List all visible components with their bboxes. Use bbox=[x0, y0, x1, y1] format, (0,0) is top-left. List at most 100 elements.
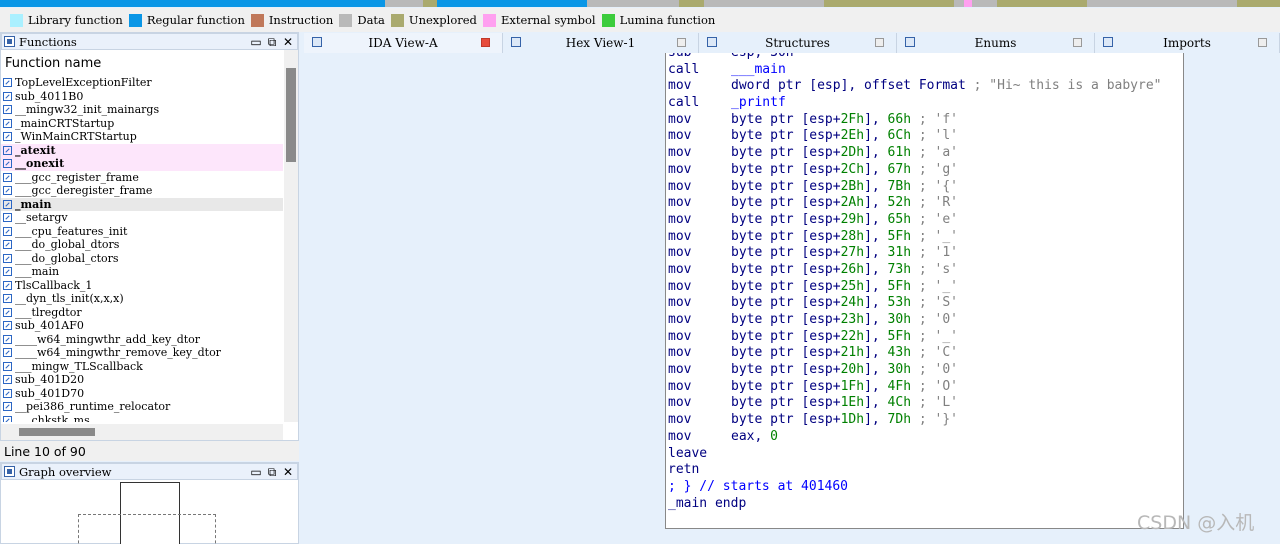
disassembly-line[interactable]: call _printf bbox=[668, 95, 1183, 112]
graph-viewport-rect[interactable] bbox=[78, 514, 216, 544]
tab-close-icon[interactable] bbox=[875, 38, 884, 47]
scrollbar-thumb[interactable] bbox=[19, 428, 95, 436]
operand: dword ptr [esp], offset Format bbox=[731, 78, 966, 94]
function-list-item[interactable]: sub_401AF0 bbox=[1, 319, 283, 333]
disassembly-line[interactable]: subesp, 30h bbox=[668, 53, 1183, 62]
operand: 20h bbox=[840, 362, 865, 378]
comment: ; 'g' bbox=[911, 161, 958, 177]
disassembly-line[interactable]: mov byte ptr [esp+26h], 73h ; 's' bbox=[668, 262, 1183, 279]
disassembly-line[interactable]: mov byte ptr [esp+23h], 30h ; '0' bbox=[668, 312, 1183, 329]
operand: byte ptr [esp+ bbox=[731, 328, 841, 344]
function-list-item[interactable]: ___mingw_TLScallback bbox=[1, 360, 283, 374]
disassembly-line[interactable]: mov eax, 0 bbox=[668, 429, 1183, 446]
tab-close-icon[interactable] bbox=[1073, 38, 1082, 47]
function-list-item[interactable]: ___main bbox=[1, 265, 283, 279]
disassembly-line[interactable]: mov dword ptr [esp], offset Format ; "Hi~… bbox=[668, 78, 1183, 95]
function-list-item[interactable]: ___do_global_ctors bbox=[1, 252, 283, 266]
close-icon[interactable]: ✕ bbox=[282, 34, 294, 50]
operand: ], bbox=[864, 395, 888, 411]
disassembly-line[interactable]: mov byte ptr [esp+1Eh], 4Ch ; 'L' bbox=[668, 395, 1183, 412]
comment: ; 'S' bbox=[911, 295, 958, 311]
operand: 1Dh bbox=[840, 412, 865, 428]
function-list-item[interactable]: ____w64_mingwthr_add_key_dtor bbox=[1, 333, 283, 347]
tab-hex-view-1[interactable]: Hex View-1 bbox=[503, 33, 699, 53]
tab-close-icon[interactable] bbox=[1258, 38, 1267, 47]
operand: 26h bbox=[840, 261, 865, 277]
disassembly-line[interactable]: mov byte ptr [esp+28h], 5Fh ; '_' bbox=[668, 229, 1183, 246]
mnemonic: mov bbox=[668, 195, 692, 211]
mnemonic: mov bbox=[668, 362, 692, 378]
function-list-item[interactable]: __setargv bbox=[1, 211, 283, 225]
function-list-item[interactable]: _main bbox=[1, 197, 283, 211]
function-list-item[interactable]: ____w64_mingwthr_remove_key_dtor bbox=[1, 346, 283, 360]
tab-enums[interactable]: Enums bbox=[897, 33, 1095, 53]
disassembly-line[interactable]: mov byte ptr [esp+2Ch], 67h ; 'g' bbox=[668, 162, 1183, 179]
function-list-item[interactable]: _WinMainCRTStartup bbox=[1, 130, 283, 144]
function-name-column-header[interactable]: Function name bbox=[1, 50, 283, 76]
mnemonic: mov bbox=[668, 312, 692, 327]
function-list-item[interactable]: sub_401D70 bbox=[1, 387, 283, 401]
function-list-item[interactable]: ___do_global_dtors bbox=[1, 238, 283, 252]
graph-window-icon bbox=[4, 466, 15, 477]
disassembly-line[interactable]: _main endp bbox=[668, 496, 1183, 513]
disassembly-line[interactable]: mov byte ptr [esp+2Eh], 6Ch ; 'l' bbox=[668, 128, 1183, 145]
disassembly-line[interactable]: mov byte ptr [esp+25h], 5Fh ; '_' bbox=[668, 279, 1183, 296]
operand: 2Eh bbox=[840, 128, 865, 144]
disassembly-line[interactable]: mov byte ptr [esp+1Fh], 4Fh ; 'O' bbox=[668, 379, 1183, 396]
float-icon[interactable]: ⧉ bbox=[266, 464, 278, 480]
restore-icon[interactable]: ▭ bbox=[250, 464, 262, 480]
function-list-item[interactable]: __onexit bbox=[1, 157, 283, 171]
navigation-band[interactable] bbox=[0, 0, 1280, 7]
operand: 67h bbox=[887, 161, 912, 177]
operand: ], bbox=[864, 128, 888, 144]
function-list-item[interactable]: sub_401D20 bbox=[1, 373, 283, 387]
function-list-item[interactable]: TlsCallback_1 bbox=[1, 279, 283, 293]
disassembly-line[interactable]: ; } // starts at 401460 bbox=[668, 479, 1183, 496]
function-list-item[interactable]: ___tlregdtor bbox=[1, 306, 283, 320]
function-list-item[interactable]: ___chkstk_ms bbox=[1, 414, 283, 422]
ida-disassembly-view[interactable]: subesp, 30hcall___mainmovdword ptr [esp]… bbox=[665, 53, 1184, 529]
close-icon[interactable]: ✕ bbox=[282, 464, 294, 480]
tab-structures[interactable]: Structures bbox=[699, 33, 897, 53]
function-list-item[interactable]: sub_4011B0 bbox=[1, 90, 283, 104]
status-line: Line 10 of 90 bbox=[0, 441, 299, 461]
function-list-item[interactable]: _mainCRTStartup bbox=[1, 117, 283, 131]
disassembly-line[interactable]: retn bbox=[668, 462, 1183, 479]
function-list-item[interactable]: __pei386_runtime_relocator bbox=[1, 400, 283, 414]
function-list-item[interactable]: ___gcc_register_frame bbox=[1, 171, 283, 185]
tab-ida-view-a[interactable]: IDA View-A bbox=[304, 33, 503, 53]
function-list-item[interactable]: TopLevelExceptionFilter bbox=[1, 76, 283, 90]
disassembly-line[interactable]: mov byte ptr [esp+29h], 65h ; 'e' bbox=[668, 212, 1183, 229]
tab-close-icon[interactable] bbox=[677, 38, 686, 47]
disassembly-line[interactable]: mov byte ptr [esp+2Dh], 61h ; 'a' bbox=[668, 145, 1183, 162]
disassembly-line[interactable]: mov byte ptr [esp+22h], 5Fh ; '_' bbox=[668, 329, 1183, 346]
function-name: ____w64_mingwthr_remove_key_dtor bbox=[15, 346, 221, 359]
function-list-item[interactable]: ___cpu_features_init bbox=[1, 225, 283, 239]
function-list-item[interactable]: __mingw32_init_mainargs bbox=[1, 103, 283, 117]
function-name: _main bbox=[15, 197, 52, 211]
operand: 21h bbox=[840, 345, 865, 361]
function-list-item[interactable]: __dyn_tls_init(x,x,x) bbox=[1, 292, 283, 306]
disassembly-line[interactable]: mov byte ptr [esp+2Bh], 7Bh ; '{' bbox=[668, 179, 1183, 196]
disassembly-line[interactable]: mov byte ptr [esp+27h], 31h ; '1' bbox=[668, 245, 1183, 262]
disassembly-line[interactable]: mov byte ptr [esp+1Dh], 7Dh ; '}' bbox=[668, 412, 1183, 429]
float-icon[interactable]: ⧉ bbox=[266, 34, 278, 50]
disassembly-line[interactable]: mov byte ptr [esp+2Ah], 52h ; 'R' bbox=[668, 195, 1183, 212]
tab-close-icon[interactable] bbox=[481, 38, 490, 47]
function-name: sub_401D20 bbox=[15, 373, 85, 386]
disassembly-line[interactable]: mov byte ptr [esp+2Fh], 66h ; 'f' bbox=[668, 112, 1183, 129]
disassembly-line[interactable]: call ___main bbox=[668, 62, 1183, 79]
disassembly-line[interactable]: mov byte ptr [esp+21h], 43h ; 'C' bbox=[668, 345, 1183, 362]
disassembly-line[interactable]: mov byte ptr [esp+24h], 53h ; 'S' bbox=[668, 295, 1183, 312]
function-list-item[interactable]: ___gcc_deregister_frame bbox=[1, 184, 283, 198]
function-list-item[interactable]: _atexit bbox=[1, 143, 283, 157]
graph-overview-canvas[interactable] bbox=[1, 480, 298, 544]
disassembly-line[interactable]: leave bbox=[668, 446, 1183, 463]
scrollbar-thumb[interactable] bbox=[286, 68, 296, 162]
disassembly-line[interactable]: mov byte ptr [esp+20h], 30h ; '0' bbox=[668, 362, 1183, 379]
tab-imports[interactable]: Imports bbox=[1095, 33, 1280, 53]
restore-icon[interactable]: ▭ bbox=[250, 34, 262, 50]
functions-horizontal-scrollbar[interactable] bbox=[1, 424, 283, 440]
functions-vertical-scrollbar[interactable] bbox=[284, 50, 298, 422]
function-name: ___tlregdtor bbox=[15, 305, 82, 319]
